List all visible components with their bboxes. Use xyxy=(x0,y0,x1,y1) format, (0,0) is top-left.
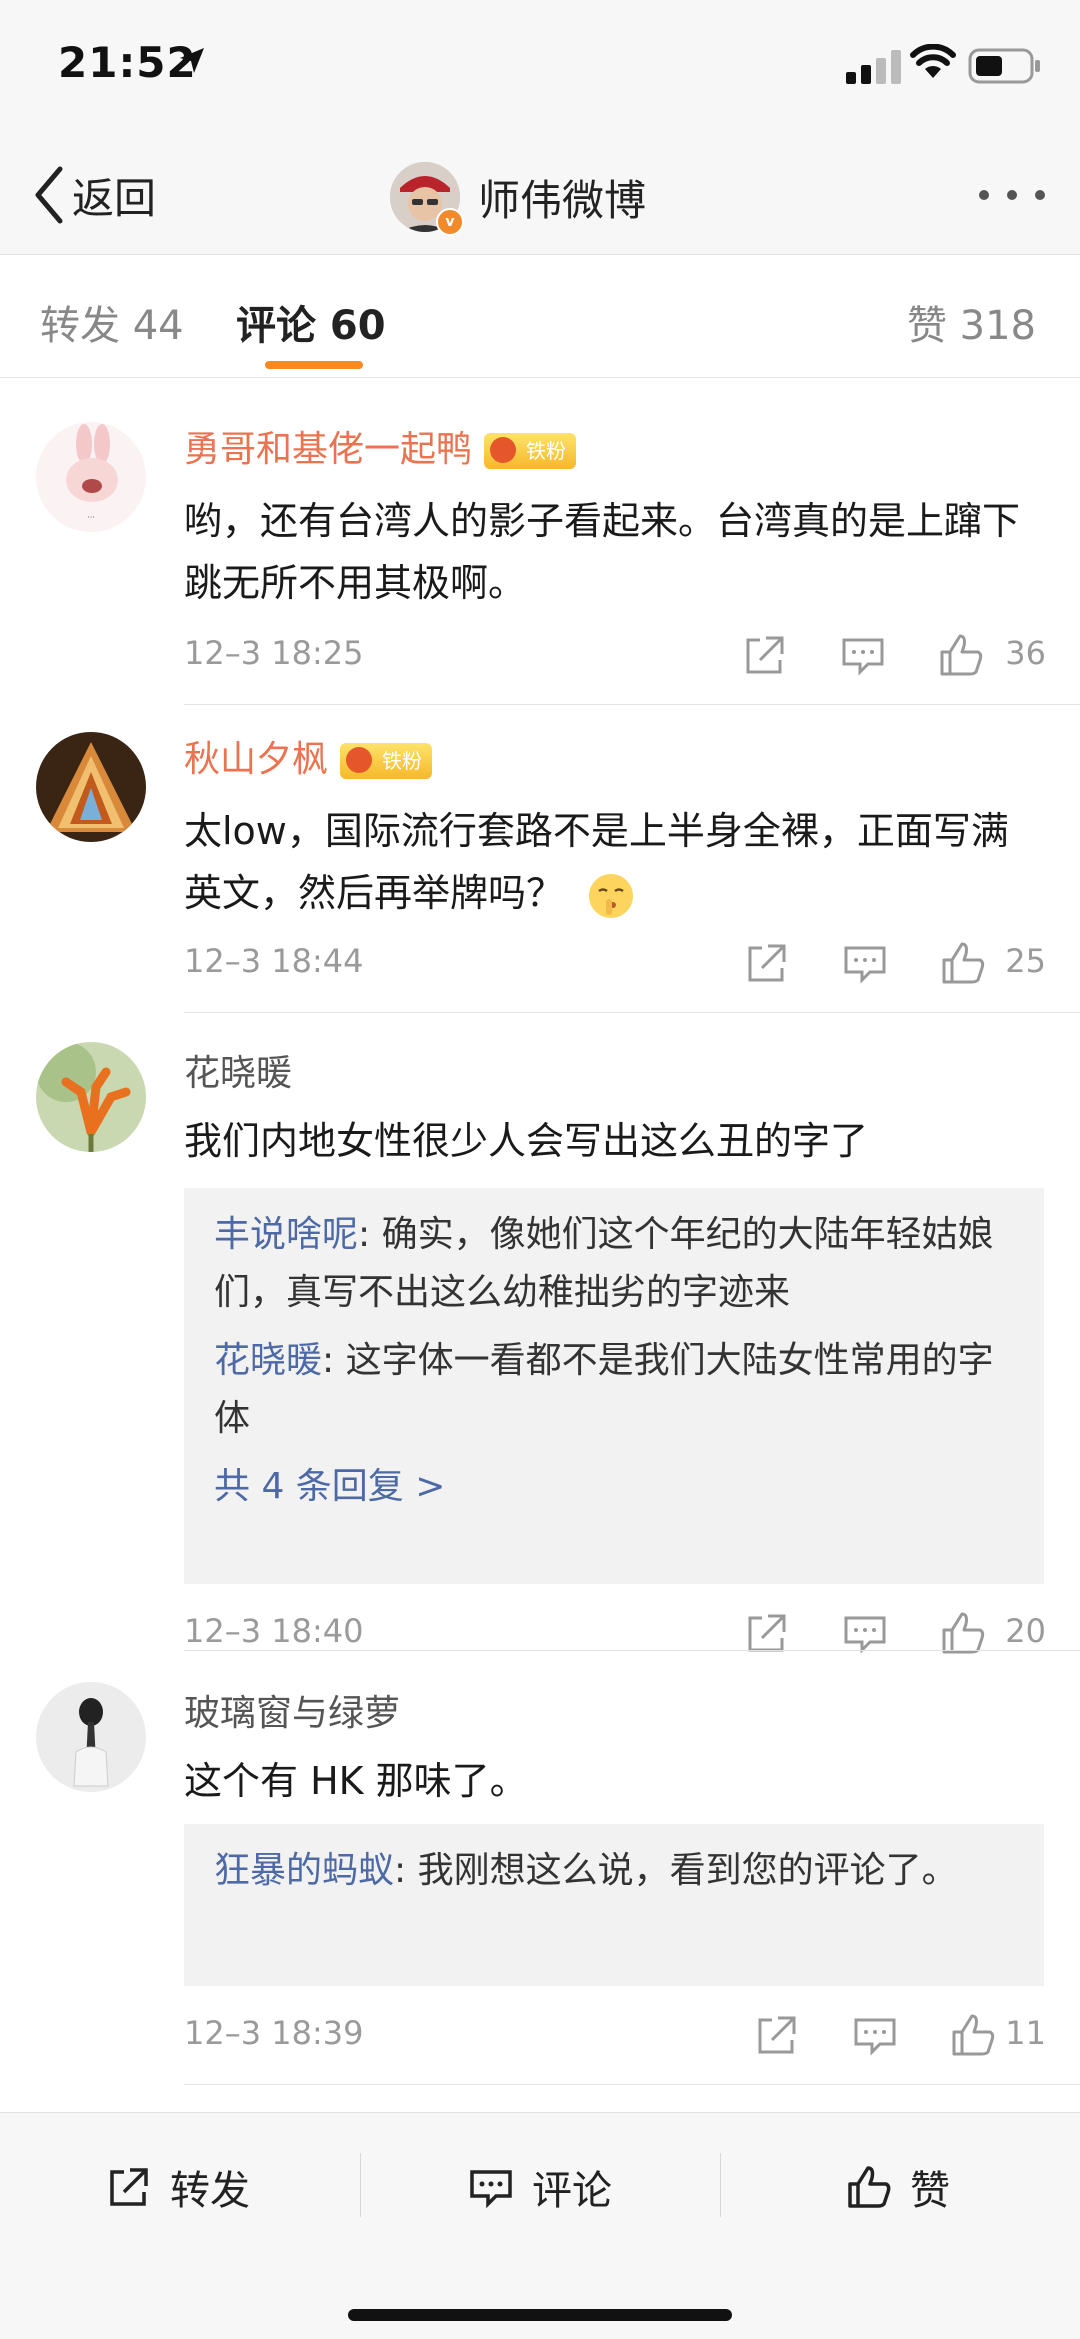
reply-author[interactable]: 狂暴的蚂蚁 xyxy=(214,1850,394,1891)
comment-icon xyxy=(470,2170,512,2209)
reply-preview[interactable]: 狂暴的蚂蚁: 我刚想这么说，看到您的评论了。 xyxy=(184,1824,1044,1986)
status-time: 21:52 xyxy=(58,38,197,87)
share-icon[interactable] xyxy=(742,938,792,988)
divider xyxy=(360,2153,361,2217)
reply-icon[interactable] xyxy=(840,938,890,988)
comment-author[interactable]: 玻璃窗与绿萝 xyxy=(184,1684,400,1736)
shush-emoji-icon xyxy=(589,873,634,918)
comment-time: 12–3 18:40 xyxy=(184,1612,364,1650)
blog-title: 师伟微博 xyxy=(478,175,647,225)
battery-icon xyxy=(968,48,1040,84)
comment-meta: 12–3 18:44 25 xyxy=(184,938,1046,988)
tab-comment[interactable]: 评论 60 xyxy=(236,293,386,351)
comment-time: 12–3 18:39 xyxy=(184,2014,364,2052)
reply-author[interactable]: 花晓暖 xyxy=(214,1340,322,1381)
comment-meta: 12–3 18:39 11 xyxy=(184,2010,1046,2060)
reply-icon[interactable] xyxy=(850,2010,900,2060)
comment-label: 评论 xyxy=(532,2168,612,2214)
svg-text:···: ··· xyxy=(87,513,95,522)
home-indicator[interactable] xyxy=(348,2309,732,2321)
nav-title[interactable]: v 师伟微博 xyxy=(390,152,646,242)
back-label: 返回 xyxy=(72,173,157,223)
comment-text: 这个有 HK 那味了。 xyxy=(184,1759,528,1803)
share-icon[interactable] xyxy=(740,630,790,680)
location-arrow-icon xyxy=(180,48,204,73)
fan-badge: 铁粉 xyxy=(484,433,577,469)
reply-text: : 我刚想这么说，看到您的评论了。 xyxy=(394,1850,958,1891)
comment-text: 太low，国际流行套路不是上半身全裸，正面写满英文，然后再举牌吗？ xyxy=(184,800,1044,924)
avatar[interactable]: ··· xyxy=(36,422,146,532)
divider xyxy=(184,2084,1080,2085)
divider xyxy=(720,2153,721,2217)
share-icon xyxy=(110,2168,148,2206)
active-tab-indicator xyxy=(265,361,363,369)
reply-item: 丰说啥呢: 确实，像她们这个年纪的大陆年轻姑娘们，真写不出这么幼稚拙劣的字迹来 xyxy=(214,1206,1014,1322)
comment-text: 我们内地女性很少人会写出这么丑的字了 xyxy=(184,1119,869,1163)
tab-repost[interactable]: 转发 44 xyxy=(40,293,184,351)
badge-label: 铁粉 xyxy=(526,439,567,463)
crown-icon xyxy=(346,747,373,773)
reply-author[interactable]: 丰说啥呢 xyxy=(214,1214,358,1255)
tab-like[interactable]: 赞 318 xyxy=(907,293,1036,351)
author-name: 秋山夕枫 xyxy=(184,739,329,780)
avatar[interactable] xyxy=(36,732,146,842)
like-icon[interactable] xyxy=(948,2010,998,2060)
comment-author[interactable]: 勇哥和基佬一起鸭 铁粉 xyxy=(184,420,577,472)
status-bar: 21:52 xyxy=(0,0,1080,140)
share-icon[interactable] xyxy=(752,2010,802,2060)
reply-icon[interactable] xyxy=(838,630,888,680)
author-name: 勇哥和基佬一起鸭 xyxy=(184,429,473,470)
blogger-avatar: v xyxy=(390,162,464,236)
like-label: 赞 xyxy=(910,2168,950,2214)
reply-item: 狂暴的蚂蚁: 我刚想这么说，看到您的评论了。 xyxy=(214,1842,1014,1900)
like-count: 11 xyxy=(1005,2014,1046,2052)
tab-bar: 转发 44 评论 60 赞 318 xyxy=(0,255,1080,378)
reply-preview[interactable]: 丰说啥呢: 确实，像她们这个年纪的大陆年轻姑娘们，真写不出这么幼稚拙劣的字迹来 … xyxy=(184,1188,1044,1584)
like-count: 25 xyxy=(1005,942,1046,980)
comment-author[interactable]: 秋山夕枫 铁粉 xyxy=(184,730,433,782)
repost-label: 转发 xyxy=(170,2168,250,2214)
divider xyxy=(184,704,1080,705)
reply-text: : 这字体一看都不是我们大陆女性常用的字体 xyxy=(214,1340,994,1439)
chevron-left-icon xyxy=(35,166,63,224)
badge-label: 铁粉 xyxy=(382,749,423,773)
like-icon xyxy=(848,2166,891,2208)
like-icon[interactable] xyxy=(938,938,988,988)
bottom-action-bar: 转发 评论 赞 xyxy=(0,2112,1080,2339)
reply-item: 花晓暖: 这字体一看都不是我们大陆女性常用的字体 xyxy=(214,1332,1014,1448)
more-options-icon[interactable] xyxy=(972,180,1052,210)
like-button[interactable]: 赞 xyxy=(844,2149,950,2225)
comment-button[interactable]: 评论 xyxy=(466,2149,612,2225)
avatar[interactable] xyxy=(36,1682,146,1792)
crown-icon xyxy=(490,437,517,463)
cellular-signal-icon xyxy=(846,50,901,84)
divider xyxy=(184,1650,1080,1651)
verified-icon: v xyxy=(436,208,464,236)
repost-button[interactable]: 转发 xyxy=(104,2149,250,2225)
comment-time: 12–3 18:25 xyxy=(184,634,364,672)
comment-text: 哟，还有台湾人的影子看起来。台湾真的是上蹿下跳无所不用其极啊。 xyxy=(184,499,1021,605)
comment-time: 12–3 18:44 xyxy=(184,942,364,980)
more-replies-link[interactable]: 共 4 条回复 > xyxy=(214,1456,1014,1518)
comment-author[interactable]: 花晓暖 xyxy=(184,1044,292,1096)
avatar[interactable] xyxy=(36,1042,146,1152)
like-icon[interactable] xyxy=(936,630,986,680)
back-button[interactable]: 返回 xyxy=(32,160,156,230)
comment-meta: 12–3 18:25 36 xyxy=(184,630,1046,680)
like-count: 36 xyxy=(1005,634,1046,672)
wifi-icon xyxy=(910,44,956,78)
nav-bar: 返回 v 师伟微博 xyxy=(0,140,1080,255)
like-count: 20 xyxy=(1005,1612,1046,1650)
divider xyxy=(184,1012,1080,1013)
fan-badge: 铁粉 xyxy=(340,743,433,779)
